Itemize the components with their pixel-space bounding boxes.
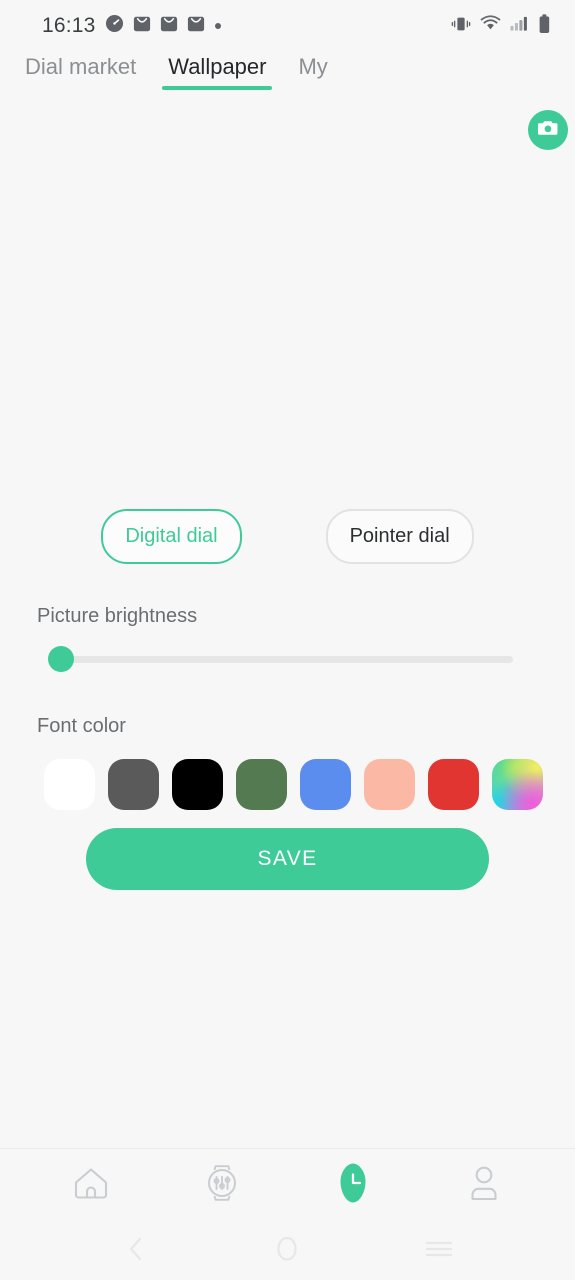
save-button[interactable]: SAVE bbox=[86, 828, 489, 890]
nav-item-device[interactable] bbox=[190, 1158, 254, 1214]
watch-clock-icon bbox=[335, 1162, 371, 1209]
bottom-navigation bbox=[0, 1148, 575, 1222]
color-swatch-rainbow[interactable] bbox=[492, 759, 543, 810]
wifi-icon bbox=[480, 15, 501, 37]
signal-icon bbox=[510, 15, 529, 37]
font-color-swatches bbox=[0, 738, 575, 810]
color-swatch-red[interactable] bbox=[428, 759, 479, 810]
save-button-row: SAVE bbox=[0, 813, 575, 905]
circle-icon bbox=[274, 1235, 300, 1268]
system-recents-button[interactable] bbox=[409, 1229, 469, 1273]
wallpaper-preview-area bbox=[0, 102, 575, 497]
menu-lines-icon bbox=[424, 1237, 454, 1266]
nav-item-profile[interactable] bbox=[452, 1158, 516, 1214]
color-swatch-black[interactable] bbox=[172, 759, 223, 810]
tab-label: Dial market bbox=[25, 54, 137, 79]
brightness-slider-thumb[interactable] bbox=[48, 646, 74, 672]
chevron-left-icon bbox=[124, 1235, 148, 1268]
mail-icon bbox=[187, 15, 205, 38]
camera-icon bbox=[537, 117, 559, 143]
font-color-label: Font color bbox=[37, 715, 126, 737]
picture-brightness-label: Picture brightness bbox=[37, 605, 198, 627]
color-swatch-peach[interactable] bbox=[364, 759, 415, 810]
dot-icon bbox=[214, 17, 222, 35]
mail-icon bbox=[133, 15, 151, 38]
status-bar: 16:13 bbox=[0, 0, 575, 52]
color-swatch-blue[interactable] bbox=[300, 759, 351, 810]
camera-button[interactable] bbox=[528, 110, 568, 150]
person-icon bbox=[465, 1163, 503, 1208]
system-home-button[interactable] bbox=[257, 1229, 317, 1273]
brightness-slider-track[interactable] bbox=[60, 655, 513, 663]
battery-icon bbox=[538, 13, 551, 39]
brightness-slider-row bbox=[0, 628, 575, 672]
dial-type-digital[interactable]: Digital dial bbox=[101, 508, 242, 564]
dial-type-selector: Digital dial Pointer dial bbox=[0, 497, 575, 575]
dial-type-label: Digital dial bbox=[125, 524, 218, 547]
tab-label: My bbox=[298, 54, 328, 79]
speedometer-icon bbox=[105, 14, 124, 38]
vibrate-icon bbox=[451, 15, 471, 38]
tab-my[interactable]: My bbox=[287, 52, 338, 92]
status-bar-left: 16:13 bbox=[42, 14, 222, 38]
picture-brightness-section: Picture brightness bbox=[0, 575, 575, 695]
dial-type-label: Pointer dial bbox=[349, 524, 450, 547]
system-navigation-bar bbox=[0, 1222, 575, 1280]
system-back-button[interactable] bbox=[106, 1229, 166, 1273]
app-screen: 16:13 Dial market Wallpaper My Digital d… bbox=[0, 0, 575, 1280]
color-swatch-green[interactable] bbox=[236, 759, 287, 810]
tab-dial-market[interactable]: Dial market bbox=[14, 52, 147, 92]
tab-wallpaper[interactable]: Wallpaper bbox=[157, 52, 277, 92]
mail-icon bbox=[160, 15, 178, 38]
nav-item-home[interactable] bbox=[59, 1158, 123, 1214]
font-color-section: Font color bbox=[0, 695, 575, 813]
color-swatch-gray[interactable] bbox=[108, 759, 159, 810]
nav-item-dial[interactable] bbox=[321, 1158, 385, 1214]
tab-bar: Dial market Wallpaper My bbox=[0, 52, 575, 102]
tab-label: Wallpaper bbox=[168, 54, 267, 79]
brightness-slider[interactable] bbox=[48, 646, 513, 672]
status-bar-clock: 16:13 bbox=[42, 14, 96, 37]
watch-settings-icon bbox=[203, 1163, 241, 1208]
status-bar-right bbox=[451, 13, 551, 39]
dial-type-pointer[interactable]: Pointer dial bbox=[325, 508, 474, 564]
tab-active-underline bbox=[162, 86, 273, 90]
color-swatch-white[interactable] bbox=[44, 759, 95, 810]
home-icon bbox=[71, 1164, 111, 1207]
